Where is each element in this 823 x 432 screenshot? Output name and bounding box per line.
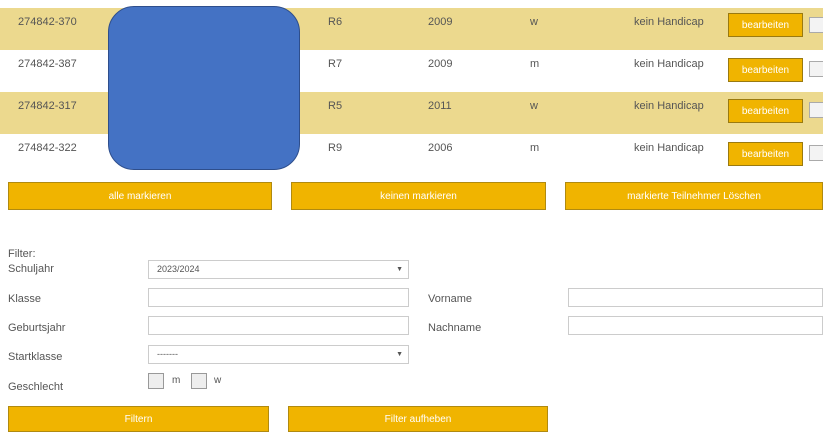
edit-button[interactable]: bearbeiten xyxy=(728,58,803,82)
participant-gender: m xyxy=(530,142,540,154)
participant-birthyear: 2009 xyxy=(428,58,453,70)
filter-heading: Filter: xyxy=(8,248,36,260)
participant-class: R6 xyxy=(328,16,343,28)
row-select-checkbox[interactable] xyxy=(809,61,823,77)
participant-gender: m xyxy=(530,58,540,70)
participant-id: 274842-387 xyxy=(18,58,77,70)
participant-class: R5 xyxy=(328,100,343,112)
gender-w-checkbox[interactable] xyxy=(191,373,207,389)
klasse-label: Klasse xyxy=(8,293,42,305)
participant-handicap: kein Handicap xyxy=(634,100,704,112)
row-select-checkbox[interactable] xyxy=(809,17,823,33)
row-select-checkbox[interactable] xyxy=(809,102,823,118)
geschlecht-label: Geschlecht xyxy=(8,381,64,393)
reset-filter-button[interactable]: Filter aufheben xyxy=(288,406,548,432)
vorname-label: Vorname xyxy=(428,293,473,305)
participant-birthyear: 2011 xyxy=(428,100,452,112)
participant-class: R9 xyxy=(328,142,343,154)
participant-handicap: kein Handicap xyxy=(634,58,704,70)
filter-button[interactable]: Filtern xyxy=(8,406,269,432)
geburtsjahr-field[interactable] xyxy=(148,316,409,335)
startklasse-value: ------- xyxy=(157,349,178,359)
participant-id: 274842-317 xyxy=(18,100,77,112)
nachname-label: Nachname xyxy=(428,322,482,334)
participant-handicap: kein Handicap xyxy=(634,16,704,28)
participant-id: 274842-322 xyxy=(18,142,77,154)
row-select-checkbox[interactable] xyxy=(809,145,823,161)
chevron-down-icon: ▼ xyxy=(396,351,403,358)
participant-birthyear: 2006 xyxy=(428,142,453,154)
startklasse-label: Startklasse xyxy=(8,351,63,363)
geburtsjahr-label: Geburtsjahr xyxy=(8,322,66,334)
edit-button[interactable]: bearbeiten xyxy=(728,99,803,123)
participant-handicap: kein Handicap xyxy=(634,142,704,154)
redaction-overlay xyxy=(108,6,300,170)
participant-class: R7 xyxy=(328,58,343,70)
mark-all-button[interactable]: alle markieren xyxy=(8,182,272,210)
participant-birthyear: 2009 xyxy=(428,16,453,28)
participant-id: 274842-370 xyxy=(18,16,77,28)
schuljahr-label: Schuljahr xyxy=(8,263,54,275)
schuljahr-select[interactable]: 2023/2024 ▼ xyxy=(148,260,409,279)
edit-button[interactable]: bearbeiten xyxy=(728,142,803,166)
schuljahr-value: 2023/2024 xyxy=(157,264,200,274)
participant-gender: w xyxy=(530,100,538,112)
chevron-down-icon: ▼ xyxy=(396,266,403,273)
gender-m-label: m xyxy=(172,375,181,386)
nachname-field[interactable] xyxy=(568,316,823,335)
delete-marked-button[interactable]: markierte Teilnehmer Löschen xyxy=(565,182,823,210)
startklasse-select[interactable]: ------- ▼ xyxy=(148,345,409,364)
vorname-field[interactable] xyxy=(568,288,823,307)
klasse-field[interactable] xyxy=(148,288,409,307)
participant-gender: w xyxy=(530,16,538,28)
gender-w-label: w xyxy=(214,375,222,386)
gender-m-checkbox[interactable] xyxy=(148,373,164,389)
mark-none-button[interactable]: keinen markieren xyxy=(291,182,546,210)
edit-button[interactable]: bearbeiten xyxy=(728,13,803,37)
